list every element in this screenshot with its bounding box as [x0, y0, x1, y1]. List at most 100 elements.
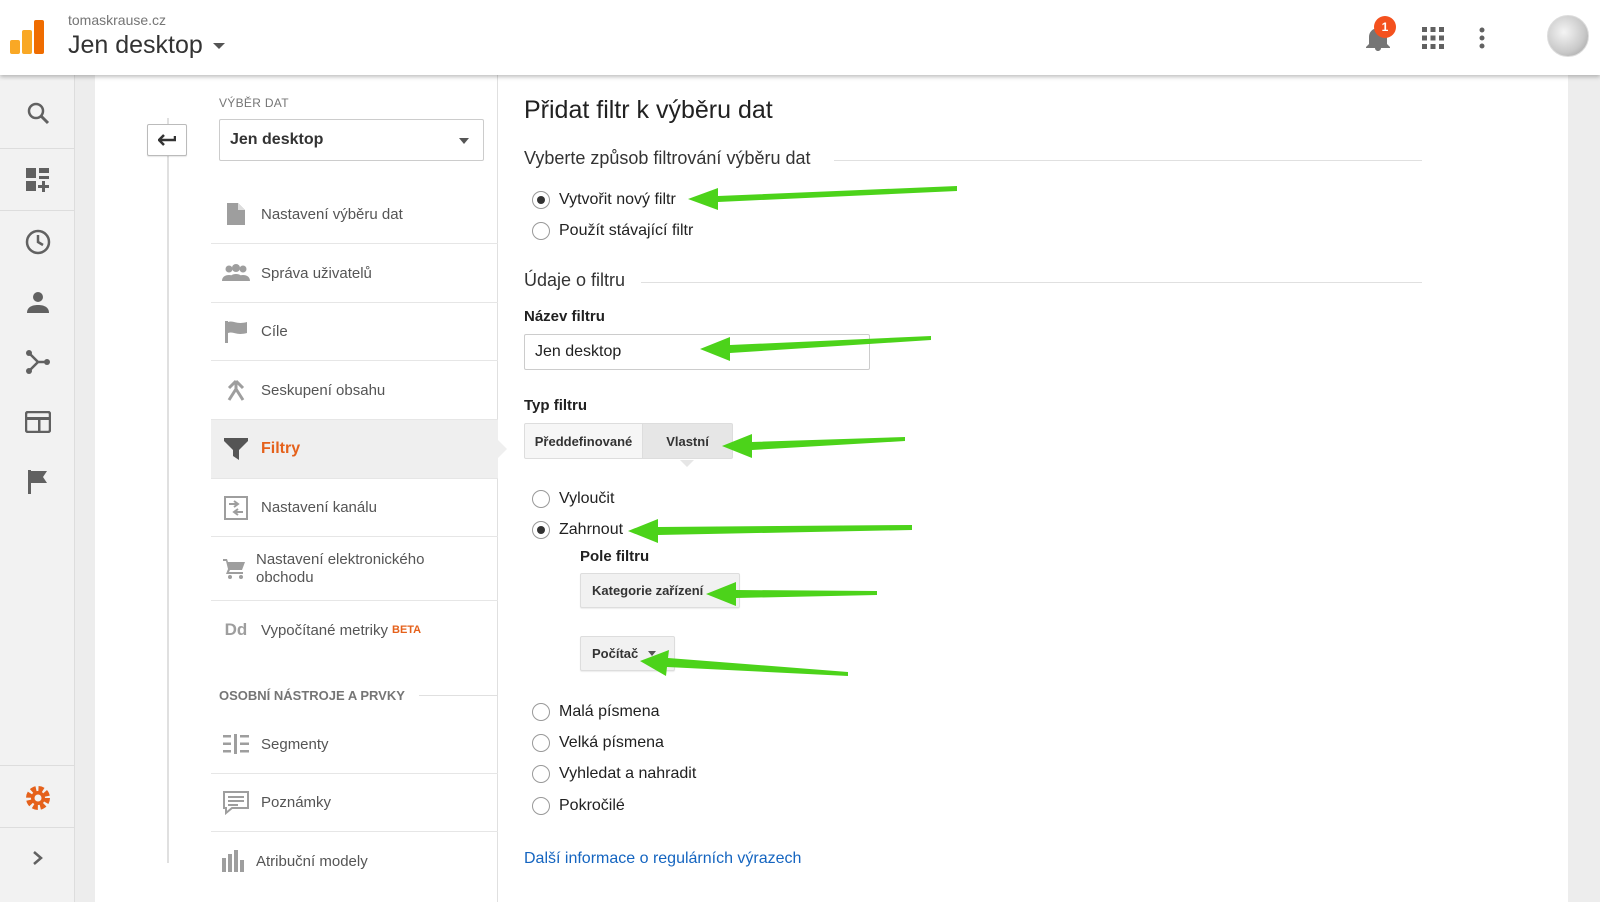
segments-icon [223, 734, 249, 754]
radio-label: Vyhledat a nahradit [559, 765, 697, 782]
rail-customization[interactable] [0, 150, 75, 210]
chevron-down-icon [212, 42, 225, 49]
radio-circle [532, 490, 550, 508]
filter-type-toggle: Předdefinované Vlastní [524, 423, 733, 467]
channel-settings-icon [224, 495, 248, 520]
nav-item-user-management[interactable]: Správa uživatelů [211, 244, 498, 303]
regex-help-link[interactable]: Další informace o regulárních výrazech [524, 850, 801, 868]
radio-circle [532, 191, 550, 209]
nav-label: Vypočítané metriky [261, 621, 388, 639]
calculated-metrics-icon: Dd [224, 620, 248, 639]
radio-create-new-filter[interactable]: Vytvořit nový filtr [532, 191, 676, 209]
nav-item-calculated-metrics[interactable]: Dd Vypočítané metriky BETA [211, 601, 498, 659]
radio-exclude[interactable]: Vyloučit [532, 490, 614, 508]
radio-circle [532, 222, 550, 240]
radio-advanced[interactable]: Pokročilé [532, 797, 625, 815]
filter-name-input[interactable]: Jen desktop [524, 334, 870, 370]
filter-field-value: Kategorie zařízení [592, 583, 704, 598]
behavior-icon [24, 411, 51, 433]
nav-item-view-settings[interactable]: Nastavení výběru dat [211, 185, 498, 244]
flag-icon [225, 320, 247, 343]
personal-tools-label: OSOBNÍ NÁSTROJE A PRVKY [219, 688, 405, 703]
nav-item-ecommerce-settings[interactable]: Nastavení elektronického obchodu [211, 537, 498, 601]
nav-item-channel-settings[interactable]: Nastavení kanálu [211, 479, 498, 537]
radio-circle [532, 765, 550, 783]
predefined-tab[interactable]: Předdefinované [524, 423, 643, 459]
filter-name-label: Název filtru [524, 308, 605, 325]
nav-item-attribution-models[interactable]: Atribuční modely [211, 832, 498, 890]
rail-behavior[interactable] [0, 392, 75, 452]
view-dropdown-value: Jen desktop [230, 131, 324, 148]
filter-field-label: Pole filtru [580, 548, 650, 565]
nav-label: Nastavení kanálu [261, 499, 377, 516]
beta-badge: BETA [392, 624, 422, 636]
radio-label: Vyloučit [559, 490, 615, 507]
nav-label: Segmenty [261, 735, 329, 753]
analytics-logo-icon[interactable] [10, 20, 44, 54]
nav-label: Filtry [261, 440, 301, 457]
chevron-down-icon [648, 651, 657, 656]
nav-item-segments[interactable]: Segmenty [211, 715, 498, 774]
cart-icon [222, 558, 245, 579]
radio-label: Vytvořit nový filtr [559, 191, 676, 208]
back-button[interactable] [147, 124, 187, 156]
radio-lowercase[interactable]: Malá písmena [532, 703, 660, 721]
admin-gear-icon [25, 786, 50, 810]
nav-item-goals[interactable]: Cíle [211, 303, 498, 361]
view-title: Jen desktop [68, 31, 203, 59]
back-arrow-icon [158, 134, 176, 146]
radio-uppercase[interactable]: Velká písmena [532, 734, 664, 752]
document-icon [227, 203, 245, 225]
more-vertical-icon [1479, 27, 1485, 49]
rail-admin[interactable] [0, 768, 75, 828]
customization-icon [25, 168, 49, 192]
method-heading: Vyberte způsob filtrování výběru dat [524, 148, 811, 168]
view-section-label: VÝBĚR DAT [219, 96, 289, 110]
nav-item-content-grouping[interactable]: Seskupení obsahu [211, 361, 498, 420]
radio-circle [532, 703, 550, 721]
custom-tab[interactable]: Vlastní [643, 423, 733, 467]
radio-use-existing-filter[interactable]: Použít stávající filtr [532, 222, 693, 240]
nav-label: Nastavení výběru dat [261, 205, 403, 223]
users-icon [222, 264, 250, 281]
radio-search-replace[interactable]: Vyhledat a nahradit [532, 765, 696, 783]
nav-label: Seskupení obsahu [261, 381, 386, 399]
nav-label: Cíle [261, 323, 288, 340]
view-dropdown[interactable]: Jen desktop [219, 119, 484, 161]
notifications-button[interactable]: 1 [1360, 16, 1396, 56]
radio-circle [532, 521, 550, 539]
nav-label: Poznámky [261, 794, 332, 811]
more-options-button[interactable] [1464, 20, 1500, 56]
attribution-icon [221, 850, 244, 872]
rail-search[interactable] [0, 83, 75, 143]
radio-label: Zahrnout [559, 521, 624, 538]
rail-expand[interactable] [0, 828, 75, 888]
conversions-flag-icon [27, 470, 47, 494]
avatar[interactable] [1547, 15, 1589, 57]
radio-label: Malá písmena [559, 703, 660, 720]
radio-include[interactable]: Zahrnout [532, 521, 623, 539]
apps-grid-icon [1422, 27, 1444, 49]
filter-icon [224, 438, 248, 460]
page-title: Přidat filtr k výběru dat [524, 96, 773, 124]
filter-field-dropdown[interactable]: Kategorie zařízení [580, 573, 740, 608]
filter-info-heading: Údaje o filtru [524, 270, 626, 290]
rail-realtime[interactable] [0, 212, 75, 272]
rail-acquisition[interactable] [0, 332, 75, 392]
left-nav-rail [0, 75, 75, 902]
nav-label: Atribuční modely [256, 852, 368, 870]
rail-audience[interactable] [0, 272, 75, 332]
nav-label: Nastavení elektronického obchodu [256, 550, 425, 586]
filter-pattern-dropdown[interactable]: Počítač [580, 636, 675, 671]
account-name: tomaskrause.cz [68, 12, 167, 28]
chevron-right-icon [32, 851, 43, 865]
nav-item-filters[interactable]: Filtry [211, 420, 507, 479]
radio-label: Použít stávající filtr [559, 222, 694, 239]
nav-item-annotations[interactable]: Poznámky [211, 774, 498, 832]
apps-button[interactable] [1415, 20, 1451, 56]
filter-type-label: Typ filtru [524, 397, 588, 414]
nav-label: Správa uživatelů [261, 264, 372, 282]
filter-pattern-value: Počítač [592, 646, 639, 661]
rail-conversions[interactable] [0, 452, 75, 512]
view-selector[interactable]: Jen desktop [68, 31, 225, 60]
